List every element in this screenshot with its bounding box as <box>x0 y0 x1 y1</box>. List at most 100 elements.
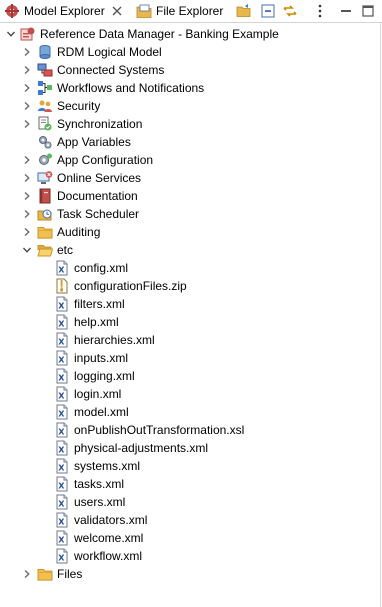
xml-file-icon: X <box>56 314 68 330</box>
tree-item-label: Task Scheduler <box>57 207 140 221</box>
file-item[interactable]: Xhelp.xml <box>0 313 382 331</box>
tree-item-label: Auditing <box>57 225 101 239</box>
file-item[interactable]: Xhierarchies.xml <box>0 331 382 349</box>
collapse-all-icon[interactable] <box>260 3 276 19</box>
tree-item-label: inputs.xml <box>74 351 129 365</box>
file-item[interactable]: Xworkflow.xml <box>0 547 382 565</box>
maximize-icon[interactable] <box>360 3 376 19</box>
tree-item-label: systems.xml <box>74 459 140 473</box>
file-item[interactable]: Xtasks.xml <box>0 475 382 493</box>
xml-file-icon: X <box>56 422 68 438</box>
tree-item[interactable]: Security <box>0 97 382 115</box>
file-item[interactable]: configurationFiles.zip <box>0 277 382 295</box>
file-item[interactable]: Xsystems.xml <box>0 457 382 475</box>
file-explorer-icon <box>136 4 152 18</box>
tab-model-explorer[interactable]: Model Explorer <box>0 0 129 22</box>
tree-item[interactable]: Documentation <box>0 187 382 205</box>
file-item[interactable]: Xlogging.xml <box>0 367 382 385</box>
tree-item-label: tasks.xml <box>74 477 125 491</box>
chevron-right-icon[interactable] <box>22 173 32 183</box>
file-item[interactable]: Xfilters.xml <box>0 295 382 313</box>
view-menu-icon[interactable] <box>312 3 328 19</box>
file-item[interactable]: Xwelcome.xml <box>0 529 382 547</box>
svg-text:X: X <box>58 445 65 454</box>
tree-item-label: users.xml <box>74 495 126 509</box>
svg-text:X: X <box>58 481 65 490</box>
tree-item[interactable]: Connected Systems <box>0 61 382 79</box>
file-item[interactable]: Xvalidators.xml <box>0 511 382 529</box>
link-editor-icon[interactable] <box>282 3 298 19</box>
zip-file-icon <box>56 278 68 294</box>
chevron-down-icon[interactable] <box>22 245 32 255</box>
tree-item-label: Documentation <box>57 189 138 203</box>
svg-text:X: X <box>58 409 65 418</box>
xml-file-icon: X <box>56 368 68 384</box>
folder-closed-icon <box>37 227 53 239</box>
file-item[interactable]: Xphysical-adjustments.xml <box>0 439 382 457</box>
tree-item-label: hierarchies.xml <box>74 333 155 347</box>
tree-item[interactable]: Synchronization <box>0 115 382 133</box>
tree-item-label: Synchronization <box>57 117 143 131</box>
minimize-icon[interactable] <box>338 3 354 19</box>
file-item[interactable]: Xmodel.xml <box>0 403 382 421</box>
svg-text:X: X <box>58 265 65 274</box>
chevron-right-icon[interactable] <box>22 227 32 237</box>
tree-item-label: workflow.xml <box>74 549 143 563</box>
xml-file-icon: X <box>56 548 68 564</box>
xml-file-icon: X <box>56 530 68 546</box>
svg-text:X: X <box>58 373 65 382</box>
svg-text:X: X <box>58 553 65 562</box>
file-item[interactable]: Xconfig.xml <box>0 259 382 277</box>
tree-item-label: Connected Systems <box>57 63 165 77</box>
chevron-right-icon[interactable] <box>22 119 32 129</box>
tree-item-label: onPublishOutTransformation.xsl <box>74 423 245 437</box>
file-item[interactable]: Xinputs.xml <box>0 349 382 367</box>
open-folder-icon[interactable] <box>236 3 252 19</box>
tree-item-label: Workflows and Notifications <box>57 81 205 95</box>
chevron-right-icon[interactable] <box>22 47 32 57</box>
svg-text:X: X <box>58 301 65 310</box>
tree-item-label: Security <box>57 99 101 113</box>
tree-item[interactable]: etc <box>0 241 382 259</box>
file-item[interactable]: XonPublishOutTransformation.xsl <box>0 421 382 439</box>
file-item[interactable]: Xusers.xml <box>0 493 382 511</box>
folder-closed-icon <box>37 569 53 581</box>
tree-item-label: login.xml <box>74 387 122 401</box>
close-icon[interactable] <box>111 5 123 17</box>
tree-item-label: Reference Data Manager - Banking Example <box>40 27 279 41</box>
chevron-right-icon[interactable] <box>22 209 32 219</box>
chevron-right-icon[interactable] <box>22 569 32 579</box>
sync-icon <box>38 116 52 131</box>
tree-item[interactable]: App Variables <box>0 133 382 151</box>
tree-item[interactable]: Files <box>0 565 382 583</box>
chevron-right-icon[interactable] <box>22 155 32 165</box>
tree-item[interactable]: Workflows and Notifications <box>0 79 382 97</box>
view-tab-bar: Model Explorer File Explorer <box>0 0 382 23</box>
tree-item-label: RDM Logical Model <box>57 45 162 59</box>
tree-item-label: validators.xml <box>74 513 148 527</box>
online-services-icon <box>37 171 53 184</box>
tree-root[interactable]: Reference Data Manager - Banking Example <box>0 25 382 43</box>
svg-text:X: X <box>58 499 65 508</box>
xml-file-icon: X <box>56 476 68 492</box>
folder-open-icon <box>37 245 53 257</box>
xml-file-icon: X <box>56 440 68 456</box>
tree-item[interactable]: App Configuration <box>0 151 382 169</box>
chevron-right-icon[interactable] <box>22 83 32 93</box>
svg-text:X: X <box>58 535 65 544</box>
tree-item[interactable]: Task Scheduler <box>0 205 382 223</box>
chevron-down-icon[interactable] <box>6 29 16 39</box>
chevron-right-icon[interactable] <box>22 65 32 75</box>
tree-item[interactable]: RDM Logical Model <box>0 43 382 61</box>
chevron-right-icon[interactable] <box>22 101 32 111</box>
xml-file-icon: X <box>56 512 68 528</box>
svg-text:X: X <box>58 463 65 472</box>
tree-item-label: filters.xml <box>74 297 125 311</box>
tree-item[interactable]: Auditing <box>0 223 382 241</box>
xml-file-icon: X <box>56 404 68 420</box>
file-item[interactable]: Xlogin.xml <box>0 385 382 403</box>
tree-item[interactable]: Online Services <box>0 169 382 187</box>
svg-text:X: X <box>58 355 65 364</box>
chevron-right-icon[interactable] <box>22 191 32 201</box>
tab-file-explorer[interactable]: File Explorer <box>132 0 230 22</box>
